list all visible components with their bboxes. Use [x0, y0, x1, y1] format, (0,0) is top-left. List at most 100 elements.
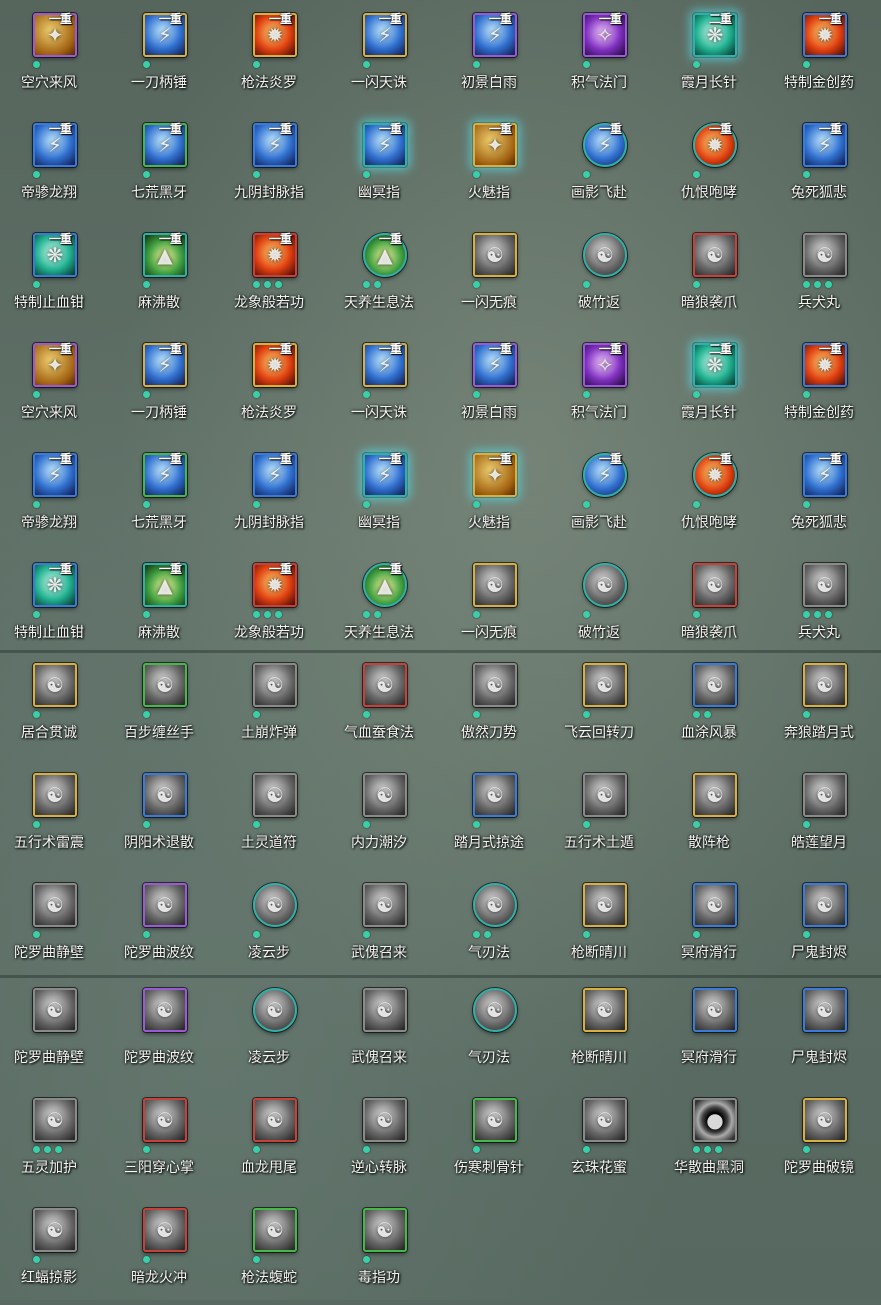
skill-icon[interactable]: ☯	[803, 233, 847, 277]
skill-cell[interactable]: ☯ 百步缠丝手	[104, 650, 214, 760]
skill-icon[interactable]: ☯	[583, 988, 627, 1032]
skill-cell[interactable]: ☯ 陀罗曲波纹	[104, 870, 214, 980]
skill-icon[interactable]: ☯	[143, 663, 187, 707]
skill-icon[interactable]: ☯	[143, 1098, 187, 1142]
skill-cell[interactable]: ✹ 一重 枪法炎罗	[214, 330, 324, 440]
skill-cell[interactable]: ☯ 五行术土遁	[544, 760, 654, 870]
skill-icon[interactable]: ☯	[33, 663, 77, 707]
skill-icon[interactable]: ☯	[363, 773, 407, 817]
skill-cell[interactable]: ☯ 凌云步	[214, 975, 324, 1085]
skill-cell[interactable]: ☯ 暗狼袭爪	[654, 550, 764, 660]
skill-cell[interactable]: ☯ 内力潮汐	[324, 760, 434, 870]
skill-cell[interactable]: ☯ 暗龙火冲	[104, 1195, 214, 1305]
skill-cell[interactable]: ☯ 尸鬼封烬	[764, 870, 874, 980]
skill-cell[interactable]: ☯ 红蝠掠影	[0, 1195, 104, 1305]
skill-cell[interactable]: ✦ 一重 空穴来风	[0, 0, 104, 110]
skill-cell[interactable]: ⚡ 一重 七荒黑牙	[104, 110, 214, 220]
skill-icon[interactable]: ☯	[363, 988, 407, 1032]
skill-cell[interactable]: ☯ 土灵道符	[214, 760, 324, 870]
skill-icon[interactable]: ☯	[143, 988, 187, 1032]
skill-cell[interactable]: ✹ 一重 仇恨咆哮	[654, 440, 764, 550]
skill-cell[interactable]: ☯ 枪断晴川	[544, 870, 654, 980]
skill-cell[interactable]: ⚡ 一重 帝骖龙翔	[0, 110, 104, 220]
skill-cell[interactable]: ⚡ 一重 画影飞赴	[544, 110, 654, 220]
skill-cell[interactable]: ⚡ 一重 九阴封脉指	[214, 440, 324, 550]
skill-icon[interactable]: ☯	[143, 1208, 187, 1252]
skill-cell[interactable]: ⚡ 一重 兔死狐悲	[764, 440, 874, 550]
skill-icon[interactable]: ☯	[253, 773, 297, 817]
skill-icon[interactable]: ☯	[583, 883, 627, 927]
skill-cell[interactable]: ☯ 奔狼踏月式	[764, 650, 874, 760]
skill-icon[interactable]: ☯	[803, 988, 847, 1032]
skill-icon[interactable]: ☯	[363, 663, 407, 707]
skill-cell[interactable]: ▲ 一重 天养生息法	[324, 550, 434, 660]
skill-cell[interactable]: ☯ 一闪无痕	[434, 220, 544, 330]
skill-cell[interactable]: ☯ 枪断晴川	[544, 975, 654, 1085]
skill-icon[interactable]: ☯	[253, 1208, 297, 1252]
skill-cell[interactable]: ❋ 一重 特制止血钳	[0, 550, 104, 660]
skill-icon[interactable]: ☯	[143, 883, 187, 927]
skill-cell[interactable]: ✹ 一重 特制金创药	[764, 330, 874, 440]
skill-cell[interactable]: ✧ 一重 积气法门	[544, 330, 654, 440]
skill-icon[interactable]: ☯	[473, 1098, 517, 1142]
skill-cell[interactable]: ❋ 二重 霞月长针	[654, 0, 764, 110]
skill-cell[interactable]: ☯ 陀罗曲破镜	[764, 1085, 874, 1195]
skill-icon[interactable]: ☯	[803, 663, 847, 707]
skill-cell[interactable]: ✹ 一重 仇恨咆哮	[654, 110, 764, 220]
skill-cell[interactable]: ✹ 一重 龙象般若功	[214, 550, 324, 660]
skill-icon[interactable]: ☯	[33, 1098, 77, 1142]
skill-cell[interactable]: ☯ 散阵枪	[654, 760, 764, 870]
skill-icon[interactable]: ☯	[363, 883, 407, 927]
skill-cell[interactable]: ☯ 破竹返	[544, 220, 654, 330]
skill-icon[interactable]: ☯	[253, 1098, 297, 1142]
skill-cell[interactable]: ☯ 五灵加护	[0, 1085, 104, 1195]
skill-icon[interactable]: ☯	[693, 663, 737, 707]
skill-cell[interactable]: ☯ 兵犬丸	[764, 550, 874, 660]
skill-icon[interactable]: ☯	[693, 563, 737, 607]
skill-cell[interactable]: ☯ 踏月式掠途	[434, 760, 544, 870]
skill-icon[interactable]: ☯	[143, 773, 187, 817]
skill-cell[interactable]: ✹ 一重 特制金创药	[764, 0, 874, 110]
skill-cell[interactable]: ☯ 枪法蝮蛇	[214, 1195, 324, 1305]
skill-cell[interactable]: ☯ 皓莲望月	[764, 760, 874, 870]
skill-cell[interactable]: ✦ 一重 火魅指	[434, 440, 544, 550]
skill-cell[interactable]: ⚡ 一重 一闪天诛	[324, 0, 434, 110]
skill-icon[interactable]: ☯	[253, 883, 297, 927]
skill-icon[interactable]: ☯	[583, 663, 627, 707]
skill-cell[interactable]: ☯ 逆心转脉	[324, 1085, 434, 1195]
skill-cell[interactable]: ⚡ 一重 一刀柄锤	[104, 330, 214, 440]
skill-icon[interactable]: ☯	[693, 233, 737, 277]
skill-cell[interactable]: ☯ 陀罗曲静壁	[0, 975, 104, 1085]
skill-icon[interactable]: ☯	[693, 883, 737, 927]
skill-cell[interactable]: ▲ 一重 天养生息法	[324, 220, 434, 330]
skill-icon[interactable]: ☯	[583, 1098, 627, 1142]
skill-icon[interactable]: ☯	[33, 988, 77, 1032]
skill-icon[interactable]: ☯	[583, 563, 627, 607]
skill-icon[interactable]: ☯	[803, 563, 847, 607]
skill-cell[interactable]: ☯ 暗狼袭爪	[654, 220, 764, 330]
skill-cell[interactable]: ✹ 一重 枪法炎罗	[214, 0, 324, 110]
skill-cell[interactable]: ☯ 居合贯诚	[0, 650, 104, 760]
skill-icon[interactable]: ☯	[473, 883, 517, 927]
skill-cell[interactable]: ☯ 凌云步	[214, 870, 324, 980]
skill-cell[interactable]: ☯ 飞云回转刀	[544, 650, 654, 760]
skill-cell[interactable]: ⚡ 一重 画影飞赴	[544, 440, 654, 550]
skill-cell[interactable]: ☯ 阴阳术退散	[104, 760, 214, 870]
skill-cell[interactable]: ☯ 傲然刀势	[434, 650, 544, 760]
skill-icon[interactable]: ☯	[363, 1208, 407, 1252]
skill-cell[interactable]: ⚡ 一重 幽冥指	[324, 440, 434, 550]
skill-cell[interactable]: ⚡ 一重 九阴封脉指	[214, 110, 324, 220]
skill-cell[interactable]: ☯ 毒指功	[324, 1195, 434, 1305]
skill-icon[interactable]: ☯	[583, 773, 627, 817]
skill-icon[interactable]: ☯	[253, 988, 297, 1032]
skill-icon[interactable]: ☯	[473, 663, 517, 707]
skill-cell[interactable]: ✹ 一重 龙象般若功	[214, 220, 324, 330]
skill-cell[interactable]: ☯ 血龙甩尾	[214, 1085, 324, 1195]
skill-icon[interactable]: ☯	[693, 773, 737, 817]
skill-cell[interactable]: ⚡ 一重 七荒黑牙	[104, 440, 214, 550]
skill-cell[interactable]: ☯ 武傀召来	[324, 870, 434, 980]
skill-cell[interactable]: ⚡ 一重 兔死狐悲	[764, 110, 874, 220]
skill-cell[interactable]: ▲ 一重 麻沸散	[104, 550, 214, 660]
skill-icon[interactable]: ☯	[33, 883, 77, 927]
skill-icon[interactable]: ☯	[33, 1208, 77, 1252]
